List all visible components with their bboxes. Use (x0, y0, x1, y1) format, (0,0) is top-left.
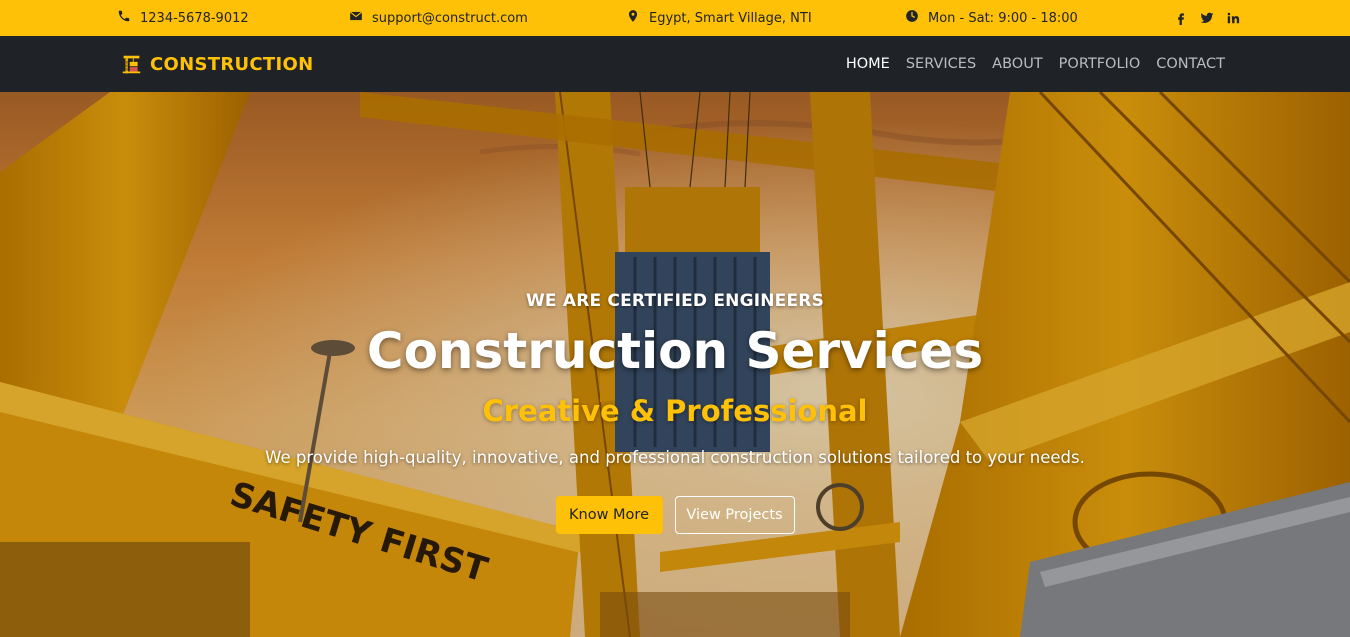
brand-logo[interactable]: CONSTRUCTION (121, 36, 313, 92)
hours-text: Mon - Sat: 9:00 - 18:00 (928, 10, 1078, 26)
email-text[interactable]: support@construct.com (372, 11, 528, 26)
hero-tagline: Creative & Professional (482, 394, 868, 428)
twitter-icon[interactable] (1200, 11, 1214, 25)
hero-eyebrow: WE ARE CERTIFIED ENGINEERS (525, 291, 825, 311)
nav-menu: HOME SERVICES ABOUT PORTFOLIO CONTACT (846, 36, 1225, 92)
contact-email[interactable]: support@construct.com (349, 0, 528, 36)
hero-headline: Construction Services (366, 322, 984, 380)
phone-text: 1234-5678-9012 (140, 10, 249, 26)
contact-location: Egypt, Smart Village, NTI (626, 0, 812, 36)
clock-icon (905, 9, 919, 27)
main-navbar: CONSTRUCTION HOME SERVICES ABOUT PORTFOL… (0, 36, 1350, 92)
contact-phone: 1234-5678-9012 (117, 0, 249, 36)
nav-link-about[interactable]: ABOUT (992, 56, 1043, 72)
nav-link-services[interactable]: SERVICES (906, 56, 976, 72)
nav-link-contact[interactable]: CONTACT (1156, 56, 1225, 72)
know-more-button[interactable]: Know More (555, 496, 663, 534)
view-projects-button[interactable]: View Projects (674, 496, 795, 534)
hero-section: SAFETY FIRST WE ARE CERTIFIED ENGINEERS … (0, 92, 1350, 637)
envelope-icon (349, 9, 363, 27)
map-pin-icon (626, 9, 640, 27)
crane-icon (122, 55, 141, 73)
linkedin-icon[interactable] (1226, 11, 1240, 25)
hero-content: WE ARE CERTIFIED ENGINEERS Construction … (0, 92, 1350, 637)
hero-description: We provide high-quality, innovative, and… (265, 448, 1085, 467)
contact-hours: Mon - Sat: 9:00 - 18:00 (905, 0, 1078, 36)
facebook-icon[interactable] (1174, 11, 1188, 25)
top-info-bar: 1234-5678-9012 support@construct.com Egy… (0, 0, 1350, 36)
nav-link-portfolio[interactable]: PORTFOLIO (1059, 56, 1141, 72)
hero-buttons: Know More View Projects (0, 496, 1350, 534)
brand-name[interactable]: CONSTRUCTION (150, 54, 313, 75)
location-text: Egypt, Smart Village, NTI (649, 10, 812, 26)
nav-link-home[interactable]: HOME (846, 56, 890, 72)
phone-icon (117, 9, 131, 27)
social-links (1174, 0, 1240, 36)
